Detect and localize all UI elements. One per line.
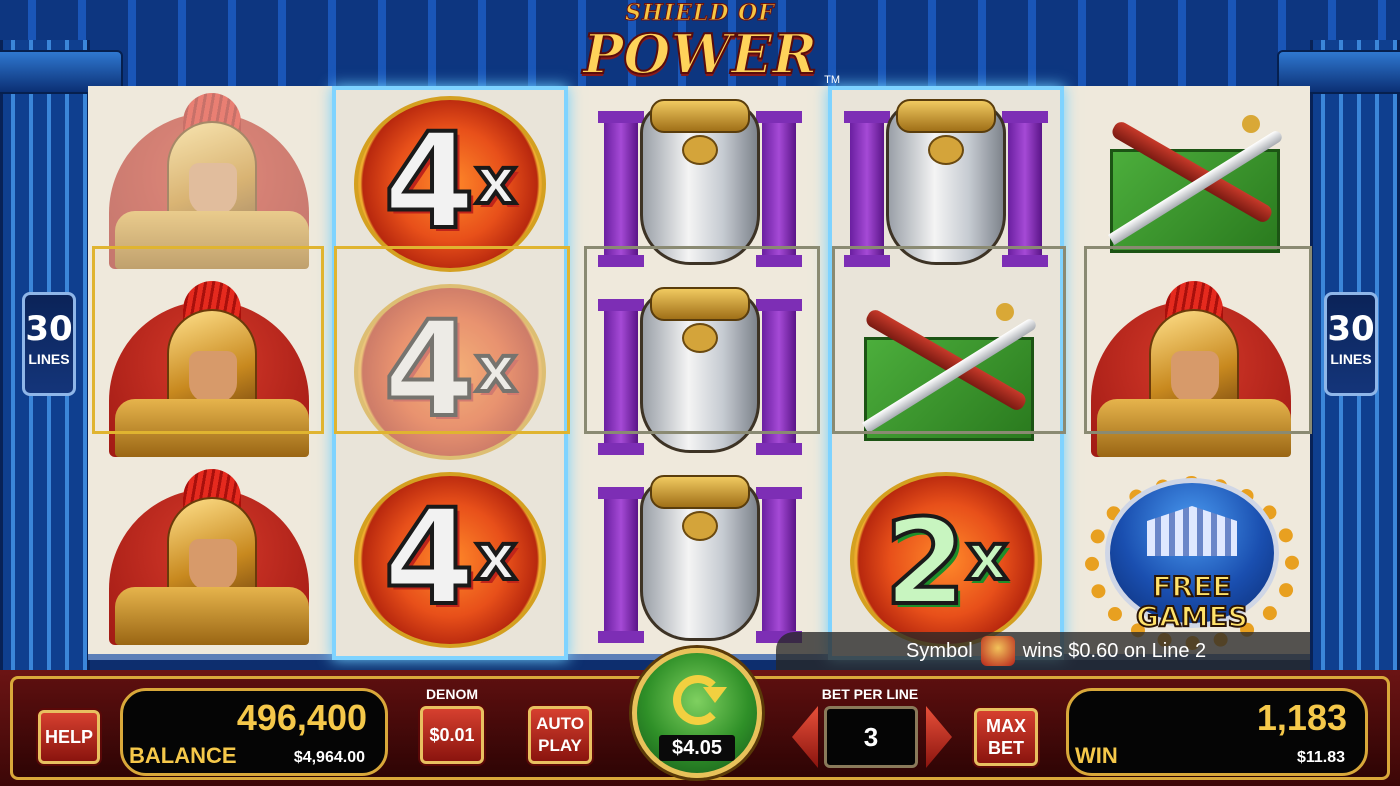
- multiplier-value: 2: [882, 491, 968, 633]
- win-dollars: $11.83: [1296, 749, 1345, 766]
- free-label: FREE: [1152, 570, 1233, 603]
- bet-label: BET: [988, 738, 1024, 758]
- spin-button[interactable]: $4.05: [632, 648, 762, 778]
- win-message-prefix: Symbol: [906, 639, 973, 662]
- bet-per-line-value: 3: [824, 706, 918, 768]
- warrior-icon: [980, 636, 1015, 666]
- win-display: 1,183 WIN $11.83: [1066, 688, 1368, 776]
- lines-badge-right: 30 LINES: [1324, 292, 1378, 396]
- game-logo: SHIELD OF POWER TM: [560, 0, 840, 86]
- balance-credits: 496,400: [236, 697, 367, 738]
- win-label: WIN: [1075, 743, 1118, 768]
- trademark: TM: [824, 74, 840, 86]
- lines-label: LINES: [28, 351, 70, 367]
- free-games-label: FREE GAMES: [1079, 570, 1305, 633]
- lines-badge-left: 30 LINES: [22, 292, 76, 396]
- max-bet-button[interactable]: MAX BET: [974, 708, 1038, 766]
- games-label: GAMES: [1135, 600, 1249, 633]
- balance-display: 496,400 BALANCE $4,964.00: [120, 688, 388, 776]
- lines-count: 30: [25, 309, 73, 349]
- symbol-multiplier-shield: 2x: [832, 468, 1060, 652]
- auto-label: AUTO: [536, 714, 584, 733]
- multiplier-suffix: x: [473, 519, 518, 597]
- balance-label: BALANCE: [129, 743, 237, 768]
- logo-line2: POWER: [582, 22, 818, 86]
- denom-label: DENOM: [425, 686, 479, 702]
- play-label: PLAY: [538, 736, 582, 755]
- win-credits: 1,183: [1256, 697, 1347, 738]
- symbol-multiplier-shield: 4x: [336, 468, 564, 652]
- balance-dollars: $4,964.00: [293, 749, 365, 766]
- lines-count: 30: [1327, 309, 1375, 349]
- win-message: Symbol wins $0.60 on Line 2: [776, 632, 1310, 670]
- auto-play-button[interactable]: AUTO PLAY: [528, 706, 592, 764]
- lines-label: LINES: [1330, 351, 1372, 367]
- multiplier-suffix: x: [473, 143, 518, 221]
- reel-grid: 4x 4x 4x 2x FREE GAMES: [88, 86, 1312, 660]
- winline-box: [584, 246, 820, 434]
- winline-box: [92, 246, 324, 434]
- winline-box: [1084, 246, 1312, 434]
- symbol-free-games: FREE GAMES: [1078, 468, 1306, 652]
- symbol-warrior: [96, 468, 324, 652]
- spin-total-bet: $4.05: [659, 735, 735, 761]
- multiplier-suffix: x: [964, 519, 1009, 597]
- win-message-text: wins $0.60 on Line 2: [1022, 639, 1207, 662]
- winline-box: [334, 246, 570, 434]
- bet-per-line-label: BET PER LINE: [821, 686, 919, 702]
- max-label: MAX: [986, 716, 1026, 736]
- multiplier-value: 4: [381, 481, 477, 635]
- multiplier-value: 4: [381, 105, 477, 259]
- symbol-armor: [586, 468, 814, 652]
- denom-button[interactable]: $0.01: [420, 706, 484, 764]
- winline-box: [832, 246, 1066, 434]
- spin-arrow-icon: [673, 675, 727, 725]
- help-button[interactable]: HELP: [38, 710, 100, 764]
